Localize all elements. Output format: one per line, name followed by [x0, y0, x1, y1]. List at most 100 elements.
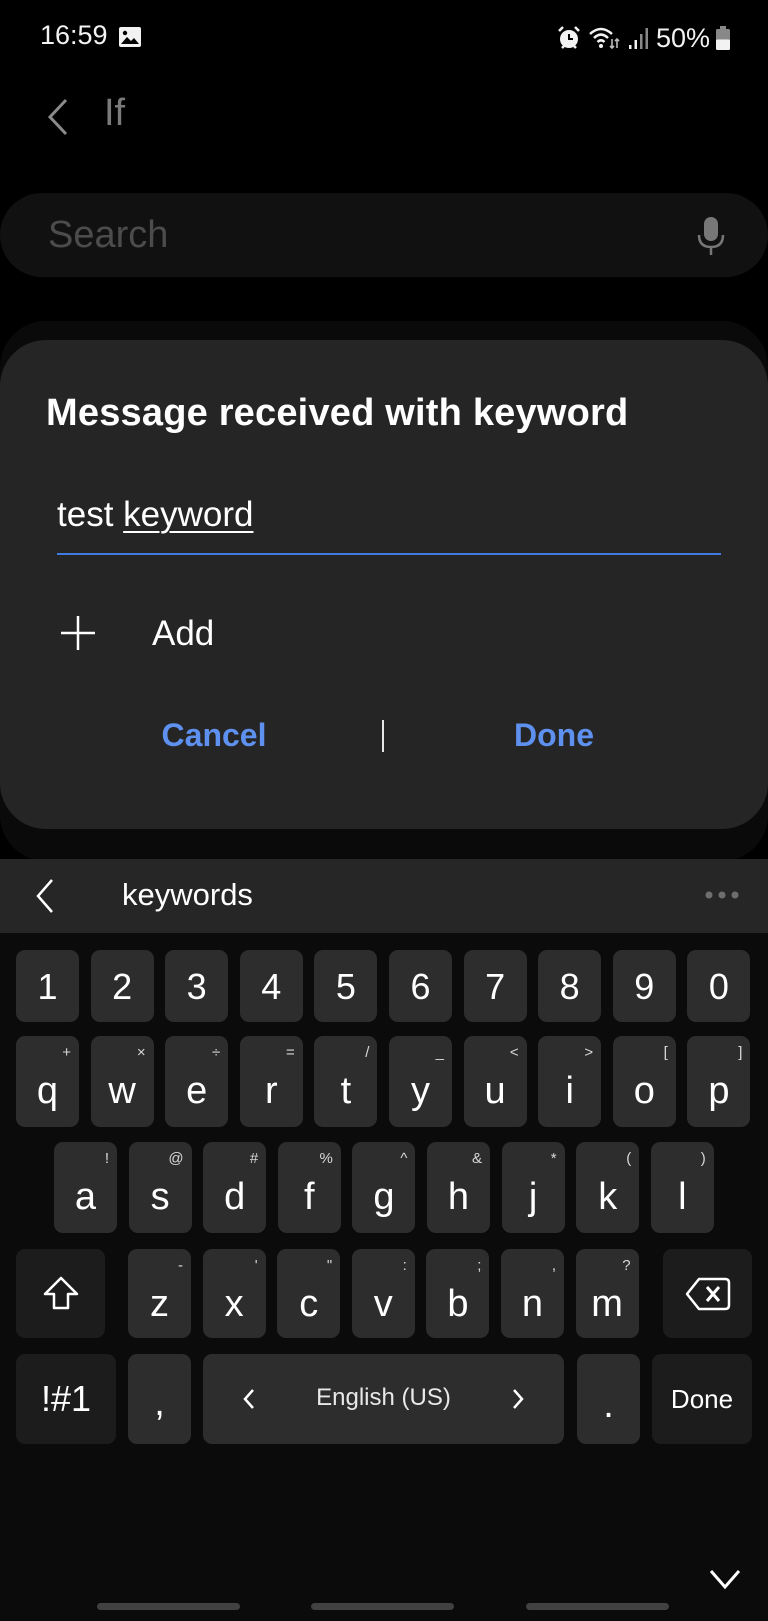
key-w[interactable]: w × — [90, 1036, 154, 1127]
key-i[interactable]: i > — [538, 1036, 602, 1127]
key-6[interactable]: 6 — [389, 950, 452, 1022]
microphone-icon[interactable] — [694, 215, 728, 257]
key-g[interactable]: g ^ — [352, 1142, 416, 1233]
key-y[interactable]: y _ — [389, 1036, 452, 1127]
key-0[interactable]: 0 — [687, 950, 751, 1022]
keyword-input-value[interactable]: test keyword — [57, 495, 253, 535]
key-h[interactable]: h & — [427, 1142, 490, 1233]
shift-key[interactable] — [16, 1249, 105, 1338]
key-z[interactable]: z- — [128, 1249, 191, 1338]
comma-key[interactable]: , — [128, 1354, 191, 1444]
chevron-left-icon[interactable] — [30, 875, 60, 917]
key-m-label: m — [591, 1283, 623, 1325]
nav-back-button[interactable] — [526, 1603, 669, 1610]
key-r[interactable]: r = — [239, 1036, 303, 1127]
key-v[interactable]: v: — [351, 1249, 415, 1338]
key-d[interactable]: d # — [203, 1142, 267, 1233]
nav-recents-button[interactable] — [97, 1603, 240, 1610]
key-i-hint: > — [584, 1044, 594, 1061]
key-1-label: 1 — [37, 966, 58, 1007]
key-j-hint: * — [550, 1150, 557, 1167]
key-b[interactable]: b; — [426, 1249, 490, 1338]
key-4-label: 4 — [261, 966, 282, 1007]
key-f-hint: % — [319, 1150, 333, 1167]
key-t[interactable]: t / — [314, 1036, 378, 1127]
key-x[interactable]: x ' — [202, 1249, 266, 1338]
keyboard-done-key[interactable]: Done — [652, 1354, 752, 1444]
key-s-hint: @ — [168, 1150, 184, 1167]
key-u[interactable]: u < — [463, 1036, 527, 1127]
key-m-hint: ? — [622, 1257, 631, 1274]
shift-icon — [43, 1276, 79, 1310]
key-u-hint: < — [509, 1044, 519, 1061]
done-button[interactable]: Done — [480, 705, 628, 765]
comma-key-label: , — [154, 1382, 165, 1424]
space-key[interactable]: English (US) — [203, 1354, 564, 1444]
page-title: If — [104, 92, 126, 134]
symbols-key[interactable]: !#1 — [16, 1354, 116, 1444]
key-h-label: h — [447, 1176, 470, 1218]
add-keyword-button[interactable]: Add — [46, 606, 346, 666]
key-j-label: j — [528, 1176, 538, 1218]
key-3-label: 3 — [186, 966, 207, 1007]
key-e[interactable]: e ÷ — [165, 1036, 229, 1127]
key-j[interactable]: j * — [501, 1142, 565, 1233]
key-t-hint: / — [365, 1044, 370, 1061]
backspace-key[interactable] — [663, 1249, 752, 1338]
key-3[interactable]: 3 — [165, 950, 229, 1022]
key-m[interactable]: m? — [575, 1249, 639, 1338]
key-r-hint: = — [286, 1044, 295, 1061]
cancel-button[interactable]: Cancel — [140, 705, 288, 765]
key-n[interactable]: n, — [501, 1249, 564, 1338]
alarm-icon — [558, 26, 580, 49]
key-1[interactable]: 1 — [16, 950, 79, 1022]
key-8[interactable]: 8 — [538, 950, 602, 1022]
suggestion-word[interactable]: keywords — [122, 877, 253, 913]
period-key[interactable]: . — [577, 1354, 640, 1444]
search-bar[interactable] — [0, 193, 768, 277]
key-n-label: n — [521, 1283, 544, 1325]
key-s[interactable]: s @ — [128, 1142, 192, 1233]
key-b-label: b — [447, 1283, 469, 1325]
backspace-icon — [685, 1277, 731, 1311]
key-u-label: u — [484, 1070, 506, 1112]
key-q[interactable]: q + — [16, 1036, 79, 1127]
key-2-label: 2 — [112, 966, 133, 1007]
key-2[interactable]: 2 — [90, 950, 154, 1022]
key-5-label: 5 — [335, 966, 356, 1007]
key-p[interactable]: p] — [687, 1036, 751, 1127]
key-a[interactable]: a! — [54, 1142, 117, 1233]
key-g-hint: ^ — [400, 1150, 408, 1167]
key-7[interactable]: 7 — [463, 950, 527, 1022]
back-button[interactable] — [40, 90, 80, 140]
key-o-label: o — [633, 1070, 655, 1112]
key-v-label: v — [373, 1283, 393, 1325]
language-next-icon — [513, 1389, 524, 1409]
key-9-label: 9 — [634, 966, 655, 1007]
key-k[interactable]: k( — [576, 1142, 640, 1233]
more-options-icon[interactable] — [704, 889, 740, 901]
keyword-dialog: Message received with keyword test keywo… — [0, 340, 768, 829]
keyword-input[interactable]: test keyword — [57, 495, 721, 555]
key-o[interactable]: o[ — [612, 1036, 676, 1127]
keyboard-done-label: Done — [670, 1384, 734, 1414]
key-7-label: 7 — [485, 966, 506, 1007]
key-l[interactable]: l) — [650, 1142, 714, 1233]
gallery-icon — [119, 27, 141, 47]
key-c-label: c — [299, 1283, 319, 1325]
key-d-hint: # — [249, 1150, 259, 1167]
hide-keyboard-icon[interactable] — [708, 1568, 742, 1590]
key-5[interactable]: 5 — [314, 950, 378, 1022]
key-a-label: a — [74, 1176, 97, 1218]
key-9[interactable]: 9 — [612, 950, 676, 1022]
search-input[interactable] — [46, 213, 650, 258]
key-h-hint: & — [471, 1150, 482, 1167]
key-6-label: 6 — [410, 966, 431, 1007]
key-f[interactable]: f% — [277, 1142, 341, 1233]
key-4[interactable]: 4 — [239, 950, 303, 1022]
key-q-hint: + — [62, 1044, 71, 1061]
key-c[interactable]: c " — [277, 1249, 341, 1338]
nav-home-button[interactable] — [311, 1603, 454, 1610]
key-v-hint: : — [402, 1257, 407, 1274]
key-0-label: 0 — [708, 966, 729, 1007]
